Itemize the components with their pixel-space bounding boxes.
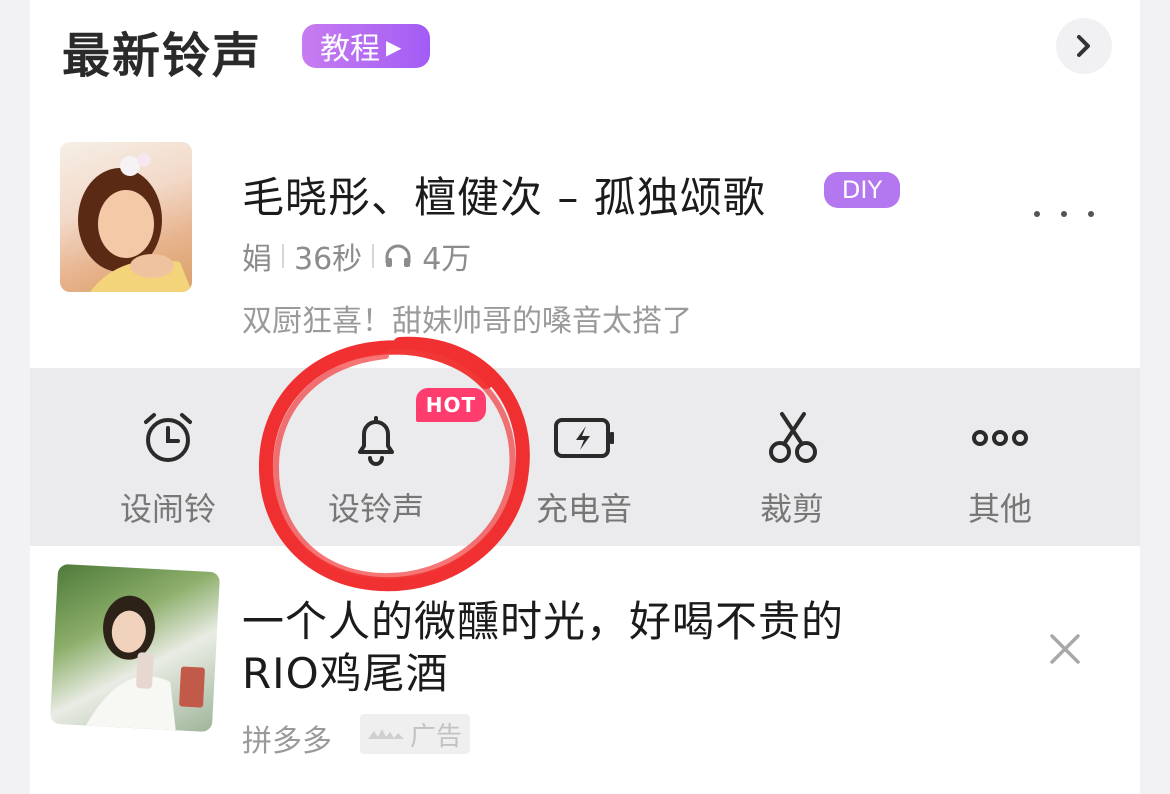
scissors-icon [769,412,817,463]
ad-title-line2: RIO鸡尾酒 [242,649,449,698]
ad-source: 拼多多 [242,724,332,759]
play-triangle-icon: ▶ [386,35,402,59]
charging-sound-label: 充电音 [535,490,632,528]
play-count: 4万 [422,242,472,277]
close-icon[interactable] [1044,628,1086,670]
song-duration: 36秒 [294,242,363,277]
dot [1061,211,1067,217]
ad-title-line1: 一个人的微醺时光，好喝不贵的 [242,597,845,646]
ad-cover-image[interactable] [49,563,221,733]
more-dots-icon [972,430,1028,446]
song-author: 娟 [242,242,272,277]
set-alarm-button[interactable]: 设闹铃 [93,368,243,546]
portrait-illustration [78,153,192,292]
battery-charging-icon [554,418,614,458]
more-options-button[interactable] [1034,196,1094,232]
section-title: 最新铃声 [62,28,263,84]
dot [1088,211,1094,217]
trim-label: 裁剪 [759,490,824,528]
chevron-right-icon [1077,35,1090,57]
song-cover-image[interactable] [60,142,192,292]
trim-button[interactable]: 裁剪 [717,368,867,546]
divider [372,244,375,268]
dot [1034,211,1040,217]
tutorial-button[interactable]: 教程 ▶ [302,24,430,68]
divider [282,244,284,268]
ad-illustration [85,595,205,731]
hot-badge: HOT [416,388,486,422]
song-title[interactable]: 毛晓彤、檀健次 – 孤独颂歌 [242,164,766,225]
set-ringtone-label: 设铃声 [327,490,424,528]
song-meta: 娟 36秒 4万 [242,236,472,277]
charging-sound-button[interactable]: 充电音 [509,368,659,546]
headphones-icon [385,244,411,267]
ad-network-logo-icon [367,729,404,739]
ad-label: 广告 [409,721,462,752]
ad-title[interactable]: 一个人的微醺时光，好喝不贵的 RIO鸡尾酒 [242,596,942,700]
alarm-clock-icon [144,413,192,462]
other-label: 其他 [967,490,1032,528]
bell-icon [358,416,394,466]
diy-badge: DIY [824,172,900,208]
set-alarm-label: 设闹铃 [119,490,216,528]
song-description: 双厨狂喜！甜妹帅哥的嗓音太搭了 [242,304,692,339]
other-button[interactable]: 其他 [925,368,1075,546]
action-bar: 设闹铃 设铃声 充电音 裁剪 其他 [30,368,1140,546]
section-more-button[interactable] [1056,18,1112,74]
tutorial-label: 教程 [320,32,380,67]
ad-badge: 广告 [360,714,470,754]
